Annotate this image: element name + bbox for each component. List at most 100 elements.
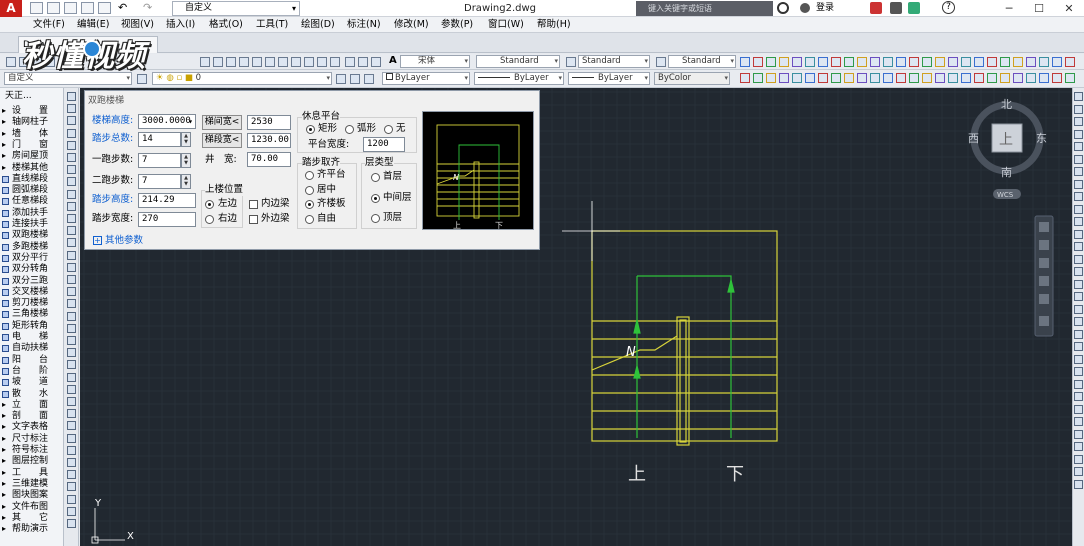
showmotion-icon[interactable] — [1039, 294, 1049, 304]
lineweight-select[interactable]: ByLayer ▾ — [568, 72, 650, 85]
print-icon[interactable] — [98, 2, 111, 14]
redo-icon[interactable]: ↷ — [143, 1, 152, 14]
modify-tool-icon[interactable] — [1074, 329, 1083, 339]
compass-south[interactable]: 南 — [1001, 166, 1012, 179]
tool-icon[interactable] — [1039, 73, 1049, 83]
align-slab-radio[interactable] — [305, 200, 314, 209]
color-select[interactable]: ByLayer ▾ — [382, 72, 470, 85]
tool-icon[interactable] — [1026, 57, 1036, 67]
floor-middle-radio[interactable] — [371, 194, 380, 203]
tool-icon[interactable] — [1052, 73, 1062, 83]
landing-arc-radio[interactable] — [345, 125, 354, 134]
flight-width-input[interactable]: 1230.00 — [247, 133, 291, 148]
palette-item[interactable]: ▸ 墙 体 — [0, 129, 62, 140]
pan-nav-icon[interactable] — [1039, 240, 1049, 250]
run2-steps-input[interactable]: 7 — [138, 174, 181, 189]
tool-icon[interactable] — [844, 73, 854, 83]
nav-options-icon[interactable] — [1039, 316, 1049, 326]
tool-icon[interactable] — [831, 73, 841, 83]
palette-item[interactable]: ▸ 立 面 — [0, 400, 62, 411]
dbconnect-icon[interactable] — [345, 57, 355, 67]
modify-tool-icon[interactable] — [1074, 192, 1083, 201]
app-logo-icon[interactable]: A — [0, 0, 22, 17]
tool-icon[interactable] — [961, 57, 971, 67]
modify-tool-icon[interactable] — [1074, 379, 1083, 389]
palette-item[interactable]: ▸ 文件布图 — [0, 502, 62, 513]
palette-item[interactable]: ▸ 轴网柱子 — [0, 117, 62, 128]
palette-item[interactable]: ▸ 图层控制 — [0, 456, 62, 467]
other-params-link[interactable]: 其他参数 — [105, 234, 143, 248]
modify-tool-icon[interactable] — [1074, 154, 1083, 164]
modify-tool-icon[interactable] — [1074, 429, 1083, 439]
modify-tool-icon[interactable] — [1074, 479, 1083, 489]
palette-item[interactable]: 添加扶手 — [0, 208, 62, 219]
menu-parameter[interactable]: 参数(P) — [441, 17, 473, 33]
palette-item[interactable]: ▸ 楼梯其他 — [0, 163, 62, 174]
draw-tool-icon[interactable] — [67, 519, 76, 528]
palette-item[interactable]: 散 水 — [0, 389, 62, 400]
well-width-input[interactable]: 70.00 — [247, 152, 291, 167]
tool-icon[interactable] — [1065, 73, 1075, 83]
run1-steps-spinner[interactable]: ▲ ▼ — [181, 153, 191, 168]
draw-tool-icon[interactable] — [67, 372, 76, 382]
properties-icon[interactable] — [252, 57, 262, 67]
connect-icon[interactable] — [890, 2, 902, 14]
tool-icon[interactable] — [766, 73, 776, 83]
run2-steps-spinner[interactable]: ▲ ▼ — [181, 174, 191, 189]
tool-icon[interactable] — [935, 57, 945, 67]
draw-tool-icon[interactable] — [67, 189, 76, 199]
palette-item[interactable]: 剪刀楼梯 — [0, 298, 62, 309]
dim-style-select[interactable]: Standard ▾ — [578, 55, 650, 68]
palette-item[interactable]: 电 梯 — [0, 332, 62, 343]
draw-tool-icon[interactable] — [67, 482, 76, 492]
palette-item[interactable]: 双分平行 — [0, 253, 62, 264]
draw-tool-icon[interactable] — [67, 153, 76, 162]
zoom-previous-icon[interactable] — [239, 57, 249, 67]
navigation-bar[interactable] — [1034, 215, 1054, 337]
draw-tool-icon[interactable] — [67, 445, 76, 455]
new-file-icon[interactable] — [30, 2, 43, 14]
run1-steps-input[interactable]: 7 — [138, 153, 181, 168]
tool-icon[interactable] — [1000, 57, 1010, 67]
modify-tool-icon[interactable] — [1074, 117, 1083, 126]
tool-icon[interactable] — [1039, 57, 1049, 67]
stairwell-width-button[interactable]: 梯间宽< — [202, 115, 242, 130]
tool-icon[interactable] — [857, 73, 867, 83]
help-icon[interactable]: ? — [942, 1, 955, 14]
modify-tool-icon[interactable] — [1074, 304, 1083, 314]
align-landing-radio[interactable] — [305, 171, 314, 180]
help-small-icon[interactable] — [330, 57, 340, 67]
palette-item[interactable]: ▸ 剖 面 — [0, 411, 62, 422]
stair-plan[interactable]: N 上 下 — [591, 230, 778, 485]
minimize-button[interactable]: ─ — [994, 0, 1024, 17]
layer-select[interactable]: ☀ ◍ ▫ ■ 0 ▾ — [152, 72, 332, 85]
zoom-realtime-icon[interactable] — [213, 57, 223, 67]
tool-icon[interactable] — [792, 73, 802, 83]
palette-item[interactable]: 三角楼梯 — [0, 309, 62, 320]
render-icon[interactable] — [371, 57, 381, 67]
draw-tool-icon[interactable] — [67, 348, 76, 358]
palette-item[interactable]: ▸ 文字表格 — [0, 422, 62, 433]
menu-tools[interactable]: 工具(T) — [256, 17, 288, 33]
draw-tool-icon[interactable] — [67, 250, 76, 260]
tool-icon[interactable] — [740, 57, 750, 67]
tool-icon[interactable] — [948, 73, 958, 83]
palette-item[interactable]: 圆弧梯段 — [0, 185, 62, 196]
palette-item[interactable]: 双分三跑 — [0, 276, 62, 287]
menu-window[interactable]: 窗口(W) — [488, 17, 524, 33]
font-select[interactable]: 宋体 ▾ — [400, 55, 470, 68]
compass-west[interactable]: 西 — [968, 132, 979, 145]
menu-insert[interactable]: 插入(I) — [166, 17, 195, 33]
tool-icon[interactable] — [883, 73, 893, 83]
draw-tool-icon[interactable] — [67, 201, 76, 211]
palette-item[interactable]: ▸ 设 置 — [0, 106, 62, 117]
draw-tool-icon[interactable] — [67, 177, 76, 187]
new-icon[interactable] — [6, 57, 16, 67]
outer-beam-checkbox[interactable] — [249, 215, 258, 224]
palette-item[interactable]: 双跑楼梯 — [0, 230, 62, 241]
palette-item[interactable]: ▸ 图块图案 — [0, 490, 62, 501]
layer-manager-icon[interactable] — [137, 74, 147, 84]
hide-icon[interactable] — [358, 57, 368, 67]
modify-tool-icon[interactable] — [1074, 142, 1083, 151]
save-as-icon[interactable] — [81, 2, 94, 14]
